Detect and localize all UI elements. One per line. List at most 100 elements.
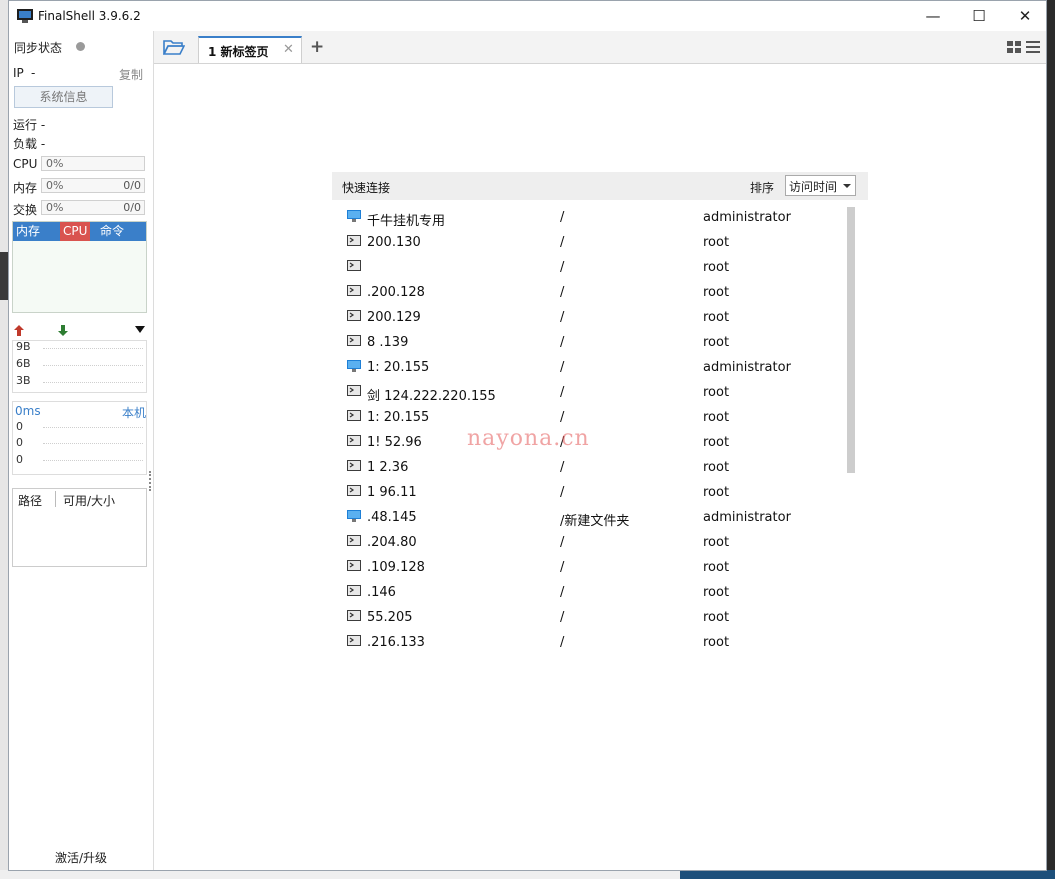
sort-label: 排序 [750,181,775,195]
connection-path: / [560,560,565,575]
disk-col-path: 路径 [18,494,43,508]
open-folder-icon[interactable] [163,39,185,56]
connection-user: root [703,385,730,400]
connection-list: 千牛挂机专用 / administrator 200.130 / root / root .20… [332,205,852,655]
connection-row[interactable]: 1: 20.155 / administrator [332,355,847,380]
memory-meter: 0% 0/0 [41,178,145,193]
desktop-left-strip [0,0,8,879]
terminal-icon [347,460,361,471]
process-tab-memory[interactable]: 内存 [13,222,43,241]
close-button[interactable]: ✕ [1002,1,1048,31]
terminal-icon [347,435,361,446]
list-view-icon[interactable] [1026,41,1040,53]
connection-user: root [703,610,730,625]
uptime-label: 运行 - [13,118,46,132]
ip-value: - [31,66,36,80]
connection-list-scrollbar[interactable] [847,207,855,473]
terminal-icon [347,260,361,271]
connection-row[interactable]: .146 / root [332,580,847,605]
connection-user: root [703,260,730,275]
terminal-icon [347,235,361,246]
window-title: FinalShell 3.9.6.2 [38,9,141,23]
activate-upgrade-link[interactable]: 激活/升级 [9,849,153,866]
ping-target[interactable]: 本机 [122,404,146,421]
connection-name: .109.128 [367,560,425,575]
connection-name: 200.130 [367,235,421,250]
windows-monitor-icon [347,210,361,222]
connection-row[interactable]: 200.129 / root [332,305,847,330]
connection-path: / [560,285,565,300]
watermark: nayona.cn [467,426,590,451]
connection-row[interactable]: 8 .139 / root [332,330,847,355]
connection-user: root [703,485,730,500]
connection-path: / [560,335,565,350]
gridline [43,443,143,444]
connection-name: 200.129 [367,310,421,325]
maximize-button[interactable]: ☐ [956,1,1002,31]
process-tab-command[interactable]: 命令 [97,222,127,241]
terminal-icon [347,560,361,571]
connection-path: / [560,410,565,425]
connection-user: root [703,435,730,450]
terminal-icon [347,535,361,546]
connection-path: / [560,585,565,600]
cpu-percent: 0% [46,157,64,170]
quick-connect-header: 快速连接 排序 访问时间 [332,172,868,200]
net-tick-label: 3B [16,374,31,387]
ping-tick-label: 0 [16,453,23,466]
connection-name: .48.145 [367,510,417,525]
connection-user: root [703,235,730,250]
ping-tick-label: 0 [16,436,23,449]
process-tab-cpu[interactable]: CPU [60,222,91,241]
connection-name: 1 96.11 [367,485,417,500]
network-dropdown-icon[interactable] [135,326,145,333]
connection-path: / [560,260,565,275]
connection-user: root [703,460,730,475]
connection-row[interactable]: .204.80 / root [332,530,847,555]
sidebar-splitter-handle[interactable] [149,471,153,491]
connection-row[interactable]: / root [332,255,847,280]
tab-close-icon[interactable]: ✕ [283,42,294,57]
gridline [43,427,143,428]
terminal-icon [347,310,361,321]
sort-select[interactable]: 访问时间 [785,175,856,196]
connection-path: / [560,235,565,250]
quick-connect-title: 快速连接 [342,181,391,195]
connection-row[interactable]: 剑 124.222.220.155 / root [332,380,847,405]
swap-meter: 0% 0/0 [41,200,145,215]
copy-ip-link[interactable]: 复制 [119,66,143,83]
grid-view-icon[interactable] [1007,41,1021,53]
connection-row[interactable]: 1 96.11 / root [332,480,847,505]
connection-path: / [560,460,565,475]
chevron-down-icon [843,184,851,188]
connection-user: administrator [703,360,791,375]
connection-user: root [703,310,730,325]
system-info-button[interactable]: 系统信息 [14,86,113,108]
swap-label: 交换 [13,203,38,217]
title-bar[interactable]: FinalShell 3.9.6.2 — ☐ ✕ [9,1,1046,31]
connection-row[interactable]: .216.133 / root [332,630,847,655]
process-tabs: 内存 CPU 命令 [13,222,146,241]
connection-row[interactable]: 55.205 / root [332,605,847,630]
terminal-icon [347,410,361,421]
connection-path: /新建文件夹 [560,514,630,529]
swap-ratio: 0/0 [123,201,141,214]
connection-row[interactable]: 千牛挂机专用 / administrator [332,205,847,230]
connection-row[interactable]: .48.145/新建文件夹 administrator [332,505,847,530]
add-tab-icon[interactable]: + [310,37,324,57]
connection-row[interactable]: .109.128 / root [332,555,847,580]
connection-user: root [703,635,730,650]
connection-row[interactable]: 1 2.36 / root [332,455,847,480]
connection-row[interactable]: .200.128 / root [332,280,847,305]
connection-row[interactable]: 200.130 / root [332,230,847,255]
connection-user: root [703,335,730,350]
network-panel: 9B 6B 3B [12,323,147,395]
memory-percent: 0% [46,179,64,192]
gridline [43,460,143,461]
net-tick-label: 9B [16,340,31,353]
connection-path: / [560,485,565,500]
connection-name: 1: 20.155 [367,360,430,375]
minimize-button[interactable]: — [910,1,956,31]
cpu-label: CPU [13,157,38,171]
tab-new[interactable]: 1 新标签页 ✕ [198,36,302,63]
